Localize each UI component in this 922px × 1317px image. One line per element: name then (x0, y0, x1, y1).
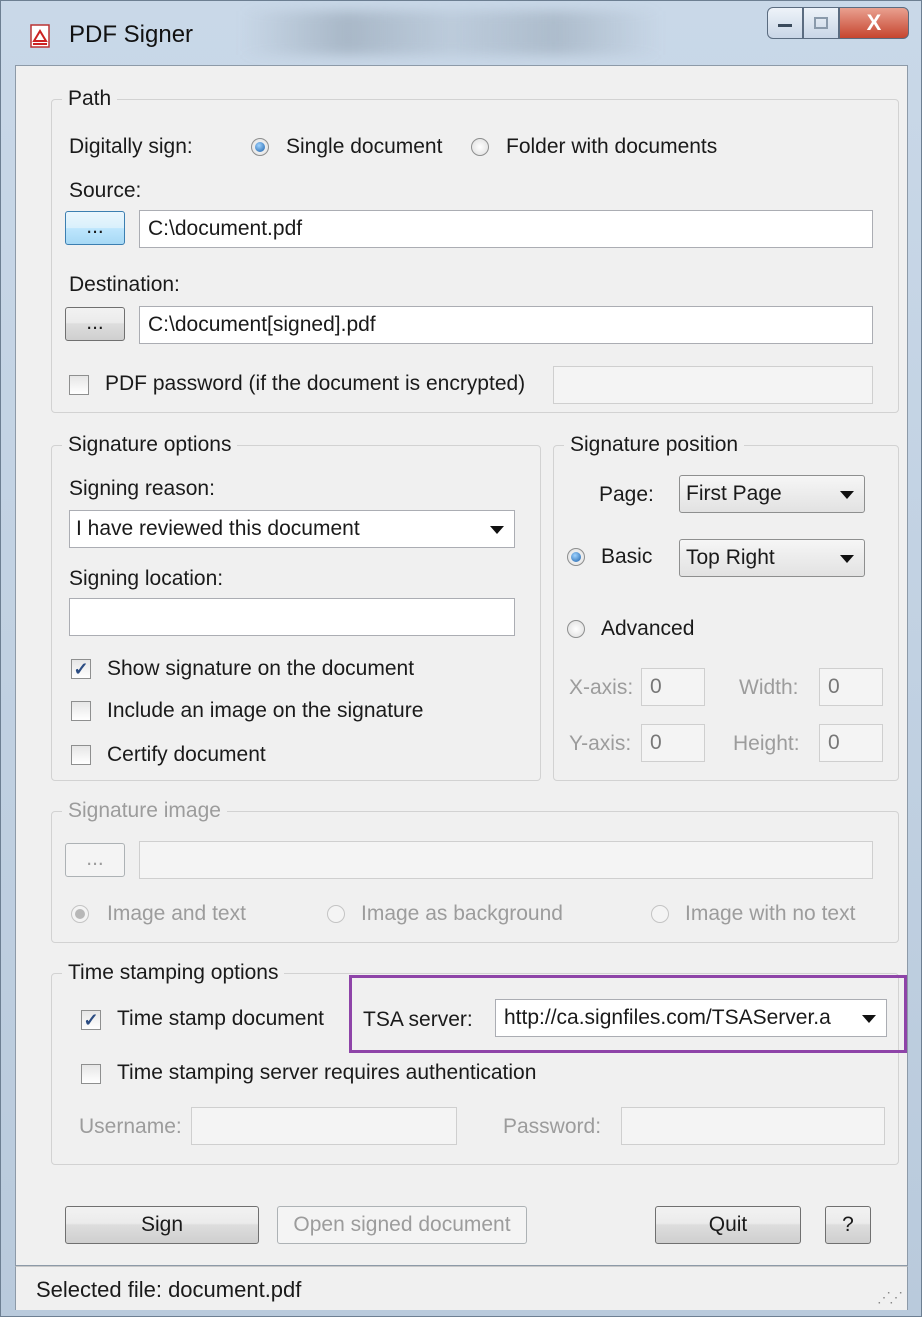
close-icon: X (866, 10, 882, 35)
show-signature-checkbox[interactable]: ✓ (71, 659, 91, 679)
yaxis-input[interactable]: 0 (641, 724, 705, 762)
xaxis-label: X-axis: (569, 676, 634, 699)
sign-button[interactable]: Sign (65, 1206, 259, 1244)
image-and-text-radio[interactable] (71, 905, 89, 923)
time-stamp-document-checkbox[interactable]: ✓ (81, 1010, 101, 1030)
advanced-radio[interactable] (567, 620, 585, 638)
destination-browse-button[interactable]: ... (65, 307, 125, 341)
status-text: Selected file: document.pdf (36, 1277, 302, 1302)
width-label: Width: (739, 676, 799, 699)
single-document-radio[interactable] (251, 138, 269, 156)
page-label: Page: (599, 483, 654, 506)
image-and-text-label[interactable]: Image and text (107, 900, 246, 928)
folder-with-documents-label[interactable]: Folder with documents (506, 133, 717, 161)
page-value: First Page (686, 482, 782, 505)
xaxis-input[interactable]: 0 (641, 668, 705, 706)
yaxis-label: Y-axis: (569, 732, 632, 755)
pdf-signer-app-icon (29, 23, 53, 49)
window-title: PDF Signer (69, 21, 194, 48)
app-window: PDF Signer X Path Digitally sign: Single… (0, 0, 922, 1317)
quit-button[interactable]: Quit (655, 1206, 801, 1244)
path-legend: Path (62, 85, 118, 113)
signing-location-label: Signing location: (69, 567, 224, 590)
destination-label: Destination: (69, 273, 180, 296)
caption-buttons: X (767, 7, 909, 45)
chevron-down-icon (840, 555, 854, 563)
source-browse-button[interactable]: ... (65, 211, 125, 245)
certify-label[interactable]: Certify document (107, 741, 266, 769)
username-input[interactable] (191, 1107, 457, 1145)
help-button[interactable]: ? (825, 1206, 871, 1244)
show-signature-label[interactable]: Show signature on the document (107, 655, 414, 683)
maximize-button[interactable] (803, 7, 839, 39)
basic-position-value: Top Right (686, 546, 775, 569)
basic-label[interactable]: Basic (601, 543, 652, 571)
password-label: Password: (503, 1115, 602, 1138)
signature-position-legend: Signature position (564, 431, 745, 459)
time-stamping-legend: Time stamping options (62, 959, 285, 987)
maximize-icon (814, 17, 828, 29)
basic-radio[interactable] (567, 548, 585, 566)
signature-image-path-input[interactable] (139, 841, 873, 879)
signing-location-input[interactable] (69, 598, 515, 636)
basic-position-dropdown[interactable]: Top Right (679, 539, 865, 577)
signing-reason-value: I have reviewed this document (76, 517, 360, 540)
image-with-no-text-label[interactable]: Image with no text (685, 900, 855, 928)
pdf-password-input[interactable] (553, 366, 873, 404)
height-input[interactable]: 0 (819, 724, 883, 762)
username-label: Username: (79, 1115, 182, 1138)
signing-reason-label: Signing reason: (69, 477, 215, 500)
image-as-background-radio[interactable] (327, 905, 345, 923)
chevron-down-icon (490, 526, 504, 534)
single-document-label[interactable]: Single document (286, 133, 442, 161)
pdf-password-label[interactable]: PDF password (if the document is encrypt… (105, 370, 525, 398)
close-button[interactable]: X (839, 7, 909, 39)
password-input[interactable] (621, 1107, 885, 1145)
blurred-title-area (241, 11, 661, 55)
signature-image-browse-button[interactable]: ... (65, 843, 125, 877)
folder-with-documents-radio[interactable] (471, 138, 489, 156)
include-image-checkbox[interactable] (71, 701, 91, 721)
signature-options-legend: Signature options (62, 431, 238, 459)
source-input[interactable]: C:\document.pdf (139, 210, 873, 248)
destination-input[interactable]: C:\document[signed].pdf (139, 306, 873, 344)
pdf-password-checkbox[interactable] (69, 375, 89, 395)
chevron-down-icon (840, 491, 854, 499)
digitally-sign-label: Digitally sign: (69, 135, 193, 158)
status-bar: Selected file: document.pdf ⋰⋰ (15, 1266, 908, 1310)
page-dropdown[interactable]: First Page (679, 475, 865, 513)
signature-image-legend: Signature image (62, 797, 227, 825)
tsa-server-highlight (349, 975, 907, 1053)
minimize-button[interactable] (767, 7, 803, 39)
signing-reason-dropdown[interactable]: I have reviewed this document (69, 510, 515, 548)
resize-grip-icon[interactable]: ⋰⋰ (877, 1289, 903, 1306)
requires-auth-label[interactable]: Time stamping server requires authentica… (117, 1059, 536, 1087)
certify-checkbox[interactable] (71, 745, 91, 765)
requires-auth-checkbox[interactable] (81, 1064, 101, 1084)
source-label: Source: (69, 179, 142, 202)
include-image-label[interactable]: Include an image on the signature (107, 697, 423, 725)
time-stamp-document-label[interactable]: Time stamp document (117, 1005, 324, 1033)
open-signed-document-button[interactable]: Open signed document (277, 1206, 527, 1244)
height-label: Height: (733, 732, 800, 755)
width-input[interactable]: 0 (819, 668, 883, 706)
advanced-label[interactable]: Advanced (601, 615, 694, 643)
minimize-icon (778, 24, 792, 27)
image-with-no-text-radio[interactable] (651, 905, 669, 923)
title-bar[interactable]: PDF Signer X (1, 1, 921, 63)
image-as-background-label[interactable]: Image as background (361, 900, 563, 928)
